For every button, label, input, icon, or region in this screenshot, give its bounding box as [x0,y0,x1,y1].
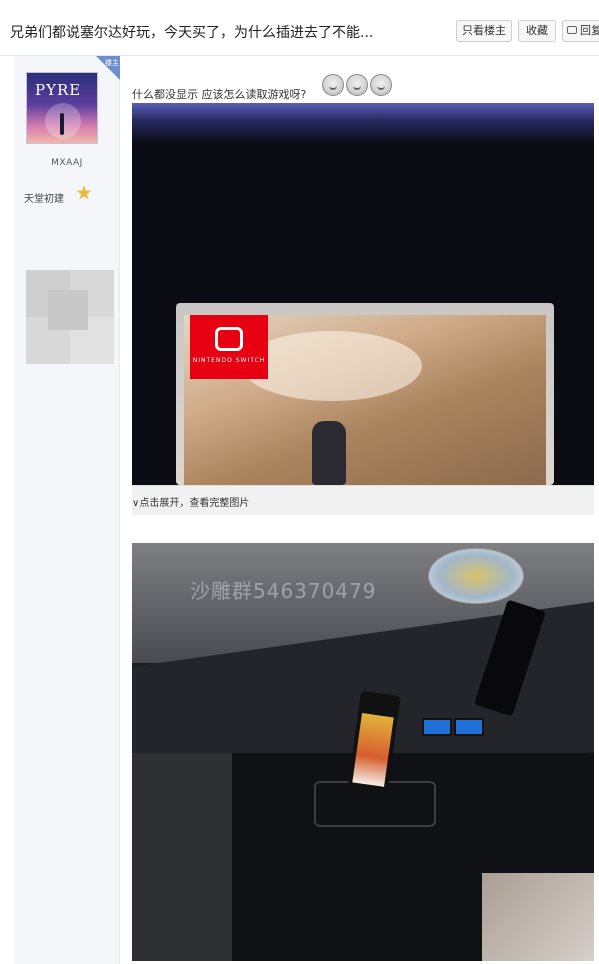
avatar-figure [60,113,64,135]
expand-image-link[interactable]: ∨点击展开，查看完整图片 [132,485,594,515]
author-sidebar: PYRE 楼主 MXAAJ 天堂初建 [14,56,120,964]
thread-title: 兄弟们都说塞尔达好玩，今天买了，为什么插进去了不能... [10,25,374,41]
usb-port-icon [454,718,484,736]
expand-image-text: ∨点击展开，查看完整图片 [132,498,250,509]
game-character [312,421,346,485]
author-username[interactable]: MXAAJ [14,158,120,168]
usb-port-icon [422,718,452,736]
sweat-emoji-icon [370,74,392,96]
reply-button[interactable]: 回复 [562,20,599,42]
switch-brand-text: NINTENDO SWITCH [192,357,266,364]
op-badge-label: 楼主 [105,59,119,67]
watermark-text: 沙雕群546370479 [190,579,377,603]
thread-header-bar: 兄弟们都说塞尔达好玩，今天买了，为什么插进去了不能... 只看楼主 收藏 回复 [0,0,599,56]
avatar[interactable]: PYRE [26,72,98,144]
post-question-text: 什么都没显示 应该怎么读取游戏呀? [132,88,307,101]
author-level-title: 天堂初建 [24,194,64,205]
avatar-logo-text: PYRE [35,81,82,99]
only-op-button[interactable]: 只看楼主 [456,20,512,42]
blurred-image [26,270,114,364]
sweat-emoji-icon [322,74,344,96]
switch-logo-icon [215,327,243,351]
star-icon [76,185,92,200]
post-image-monitor[interactable]: NINTENDO SWITCH [132,103,594,485]
disc-object [428,548,524,604]
nintendo-switch-logo: NINTENDO SWITCH [190,315,268,379]
sweat-emoji-icon [346,74,368,96]
comment-icon [567,26,577,34]
reply-button-label: 回复 [580,24,599,37]
favorite-button[interactable]: 收藏 [518,20,556,42]
post-image-pc-case[interactable]: 沙雕群546370479 [132,543,594,961]
op-badge: 楼主 [96,56,120,80]
